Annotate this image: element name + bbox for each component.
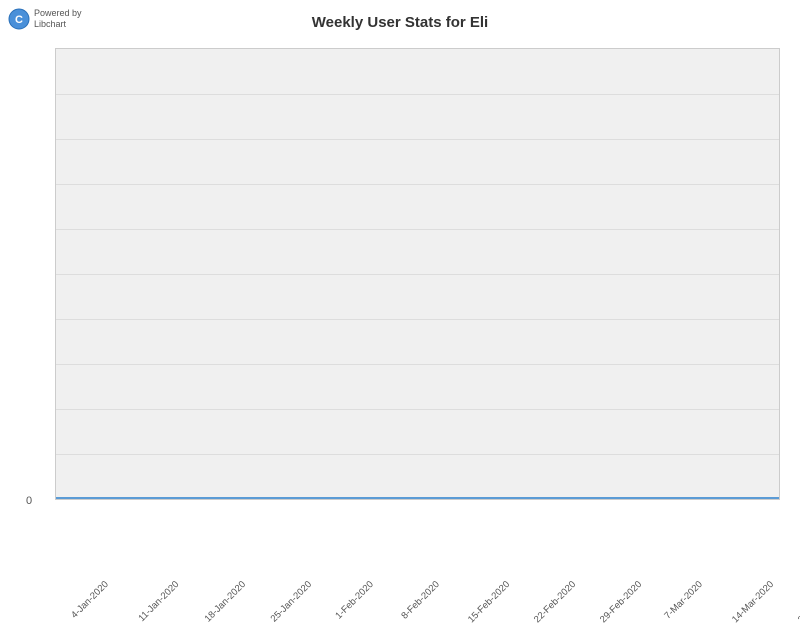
x-axis-label: 8-Feb-2020 bbox=[399, 579, 442, 622]
chart-title: Weekly User Stats for Eli bbox=[0, 14, 800, 31]
grid-line-6 bbox=[56, 319, 779, 320]
x-axis-label: 1-Feb-2020 bbox=[333, 579, 376, 622]
x-axis: 4-Jan-202011-Jan-202018-Jan-202025-Jan-2… bbox=[55, 500, 780, 590]
x-axis-label: 29-Feb-2020 bbox=[598, 579, 644, 625]
x-axis-label: 11-Jan-2020 bbox=[136, 579, 181, 624]
grid-line-4 bbox=[56, 229, 779, 230]
x-axis-label: 22-Feb-2020 bbox=[532, 579, 578, 625]
grid-line-9 bbox=[56, 454, 779, 455]
grid-line-2 bbox=[56, 139, 779, 140]
grid-line-3 bbox=[56, 184, 779, 185]
x-axis-label: 18-Jan-2020 bbox=[202, 579, 248, 625]
grid-line-1 bbox=[56, 94, 779, 95]
x-axis-label: 15-Feb-2020 bbox=[466, 579, 512, 625]
chart-plot-area: 0 bbox=[55, 48, 780, 500]
grid-line-7 bbox=[56, 364, 779, 365]
x-axis-label: 25-Jan-2020 bbox=[268, 579, 314, 625]
grid-lines bbox=[56, 49, 779, 499]
chart-container: C Powered by Libchart Weekly User Stats … bbox=[0, 0, 800, 600]
data-series-line bbox=[56, 497, 779, 499]
x-axis-label: 21-Mar-2020 bbox=[796, 579, 800, 625]
y-axis-zero-label: 0 bbox=[26, 495, 32, 507]
grid-line-8 bbox=[56, 409, 779, 410]
grid-line-5 bbox=[56, 274, 779, 275]
x-axis-label: 14-Mar-2020 bbox=[730, 579, 776, 625]
x-axis-label: 7-Mar-2020 bbox=[663, 579, 706, 622]
